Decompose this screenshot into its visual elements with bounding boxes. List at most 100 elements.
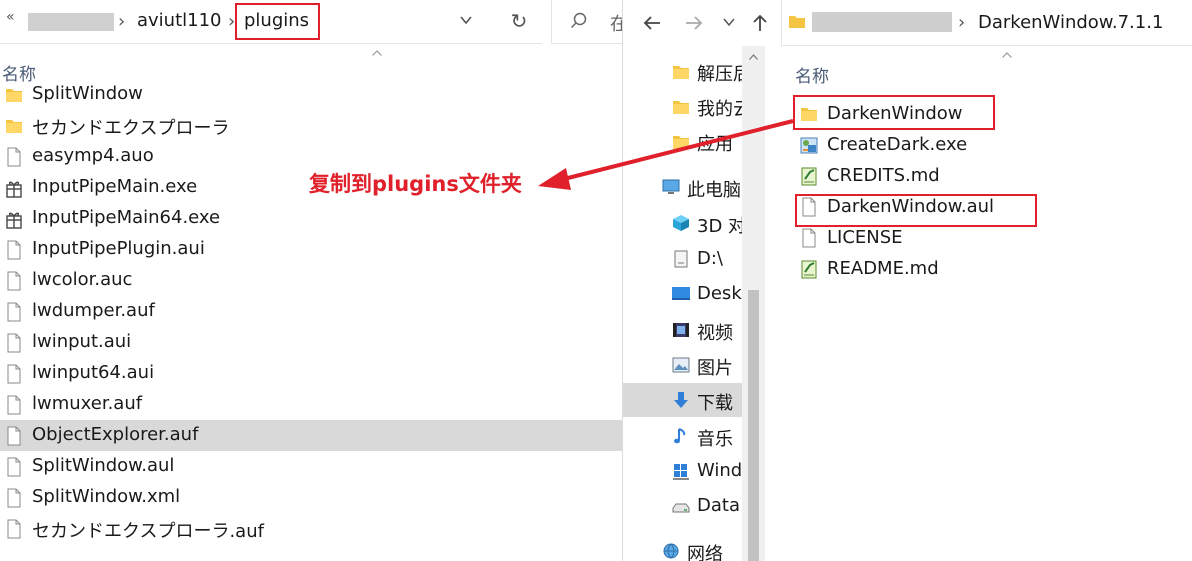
file-name: SplitWindow.xml (32, 486, 181, 507)
scroll-up-icon[interactable] (749, 54, 758, 60)
breadcrumb-chevron-icon[interactable]: › (958, 12, 965, 33)
name-column-header[interactable]: 名称 (795, 62, 829, 87)
file-name: InputPipeMain.exe (32, 176, 198, 197)
file-name: InputPipePlugin.aui (32, 238, 205, 259)
refresh-icon[interactable]: ↻ (506, 8, 532, 34)
nav-item-label: D:\ (697, 248, 723, 269)
breadcrumb-aviutl110[interactable]: aviutl110 (137, 10, 222, 31)
file-icon (4, 332, 24, 354)
file-name: SplitWindow.aul (32, 455, 175, 476)
file-icon (799, 227, 819, 249)
left-address-bar[interactable]: « › aviutl110 › plugins ↻ (0, 0, 542, 44)
file-name: lwinput.aui (32, 331, 132, 352)
search-placeholder: 在 (610, 14, 622, 35)
file-row[interactable]: lwmuxer.auf (0, 389, 622, 420)
blurred-path-segment (812, 12, 952, 32)
file-icon (4, 301, 24, 323)
sort-ascending-icon (372, 50, 382, 56)
file-row[interactable]: SplitWindow.xml (0, 482, 622, 513)
folder-icon (671, 61, 691, 81)
nav-item-label: 音乐 (697, 429, 733, 450)
file-row[interactable]: lwcolor.auc (0, 265, 622, 296)
sort-ascending-icon (1002, 52, 1012, 58)
back-arrow-icon[interactable] (639, 10, 665, 36)
right-explorer-window: › DarkenWindow.7.1.1 解压后 我的云 应用 此电脑 3D 对 D:\ D… (622, 0, 1192, 561)
file-name: README.md (827, 258, 939, 279)
left-explorer-window: « › aviutl110 › plugins ↻ 在 名称 SplitWind… (0, 0, 622, 561)
darkenwindow-folder-highlight-box (793, 95, 995, 130)
file-name: InputPipeMain64.exe (32, 207, 221, 228)
file-row[interactable]: SplitWindow.aul (0, 451, 622, 482)
exe-icon (4, 208, 24, 230)
search-icon (570, 12, 587, 29)
file-name: lwmuxer.auf (32, 393, 143, 414)
right-address-bar[interactable]: › DarkenWindow.7.1.1 (781, 0, 1192, 46)
file-row[interactable]: CREDITS.md (793, 160, 1192, 191)
hdd-icon (671, 496, 691, 516)
navigation-scrollbar[interactable] (742, 46, 765, 561)
file-row[interactable]: README.md (793, 253, 1192, 284)
nav-item-label: 应用 (697, 134, 733, 155)
windows-drive-icon (671, 461, 691, 481)
folder-icon (671, 131, 691, 151)
plugins-highlight-box (235, 3, 320, 40)
nav-item-label: 3D 对 (697, 216, 747, 237)
folder-icon (789, 16, 805, 28)
nav-item-label: Desk (697, 283, 742, 304)
file-icon (4, 518, 24, 540)
video-icon (671, 320, 691, 340)
file-icon (4, 425, 24, 447)
file-name: CreateDark.exe (827, 134, 968, 155)
breadcrumb-darkenwindow-version[interactable]: DarkenWindow.7.1.1 (978, 12, 1163, 33)
file-name: lwinput64.aui (32, 362, 155, 383)
file-name: SplitWindow (32, 83, 143, 104)
nav-item-label: Wind (697, 460, 743, 481)
file-row[interactable]: セカンドエクスプローラ (0, 110, 622, 141)
breadcrumb-chevron-icon[interactable]: › (118, 11, 125, 32)
file-row[interactable]: InputPipeMain64.exe (0, 203, 622, 234)
address-dropdown-chevron-icon[interactable] (460, 14, 472, 26)
breadcrumb-overflow[interactable]: « (6, 9, 15, 25)
file-name: LICENSE (827, 227, 903, 248)
notepad-icon (799, 165, 819, 187)
file-row[interactable]: InputPipePlugin.aui (0, 234, 622, 265)
up-arrow-icon[interactable] (747, 10, 773, 36)
folder-icon (671, 96, 691, 116)
file-icon (4, 487, 24, 509)
file-row[interactable]: ObjectExplorer.auf (0, 420, 622, 451)
music-icon (671, 426, 691, 446)
nav-item-label: 图片 (697, 358, 733, 379)
left-search-box[interactable]: 在 (551, 0, 622, 44)
network-icon (661, 541, 681, 561)
scrollbar-thumb[interactable] (748, 290, 759, 561)
file-row[interactable]: セカンドエクスプローラ.auf (0, 513, 622, 544)
nav-item-label: Data (697, 495, 740, 516)
3d-objects-icon (671, 213, 691, 233)
file-icon (4, 270, 24, 292)
file-name: ObjectExplorer.auf (32, 424, 199, 445)
recent-locations-chevron-icon[interactable] (721, 14, 737, 30)
left-file-list: SplitWindow セカンドエクスプローラ easymp4.auo InputPi… (0, 79, 622, 544)
forward-arrow-icon[interactable] (681, 10, 707, 36)
computer-icon (661, 177, 681, 197)
file-name: lwcolor.auc (32, 269, 133, 290)
exe-icon (4, 177, 24, 199)
file-row[interactable]: CreateDark.exe (793, 129, 1192, 160)
blurred-path-segment (28, 13, 114, 31)
folder-icon (4, 115, 24, 137)
notepad-icon (799, 258, 819, 280)
file-icon (4, 394, 24, 416)
file-row[interactable]: lwdumper.auf (0, 296, 622, 327)
file-icon (4, 363, 24, 385)
download-icon (671, 390, 691, 410)
file-row[interactable]: lwinput.aui (0, 327, 622, 358)
desktop-icon (671, 284, 691, 304)
nav-item-label: 此电脑 (687, 180, 741, 201)
file-row[interactable]: lwinput64.aui (0, 358, 622, 389)
file-row[interactable]: SplitWindow (0, 79, 622, 110)
nav-item-label: 网络 (687, 544, 723, 561)
installer-icon (799, 134, 819, 156)
file-name: CREDITS.md (827, 165, 940, 186)
nav-item-label: 下载 (697, 393, 733, 414)
file-icon (4, 146, 24, 168)
